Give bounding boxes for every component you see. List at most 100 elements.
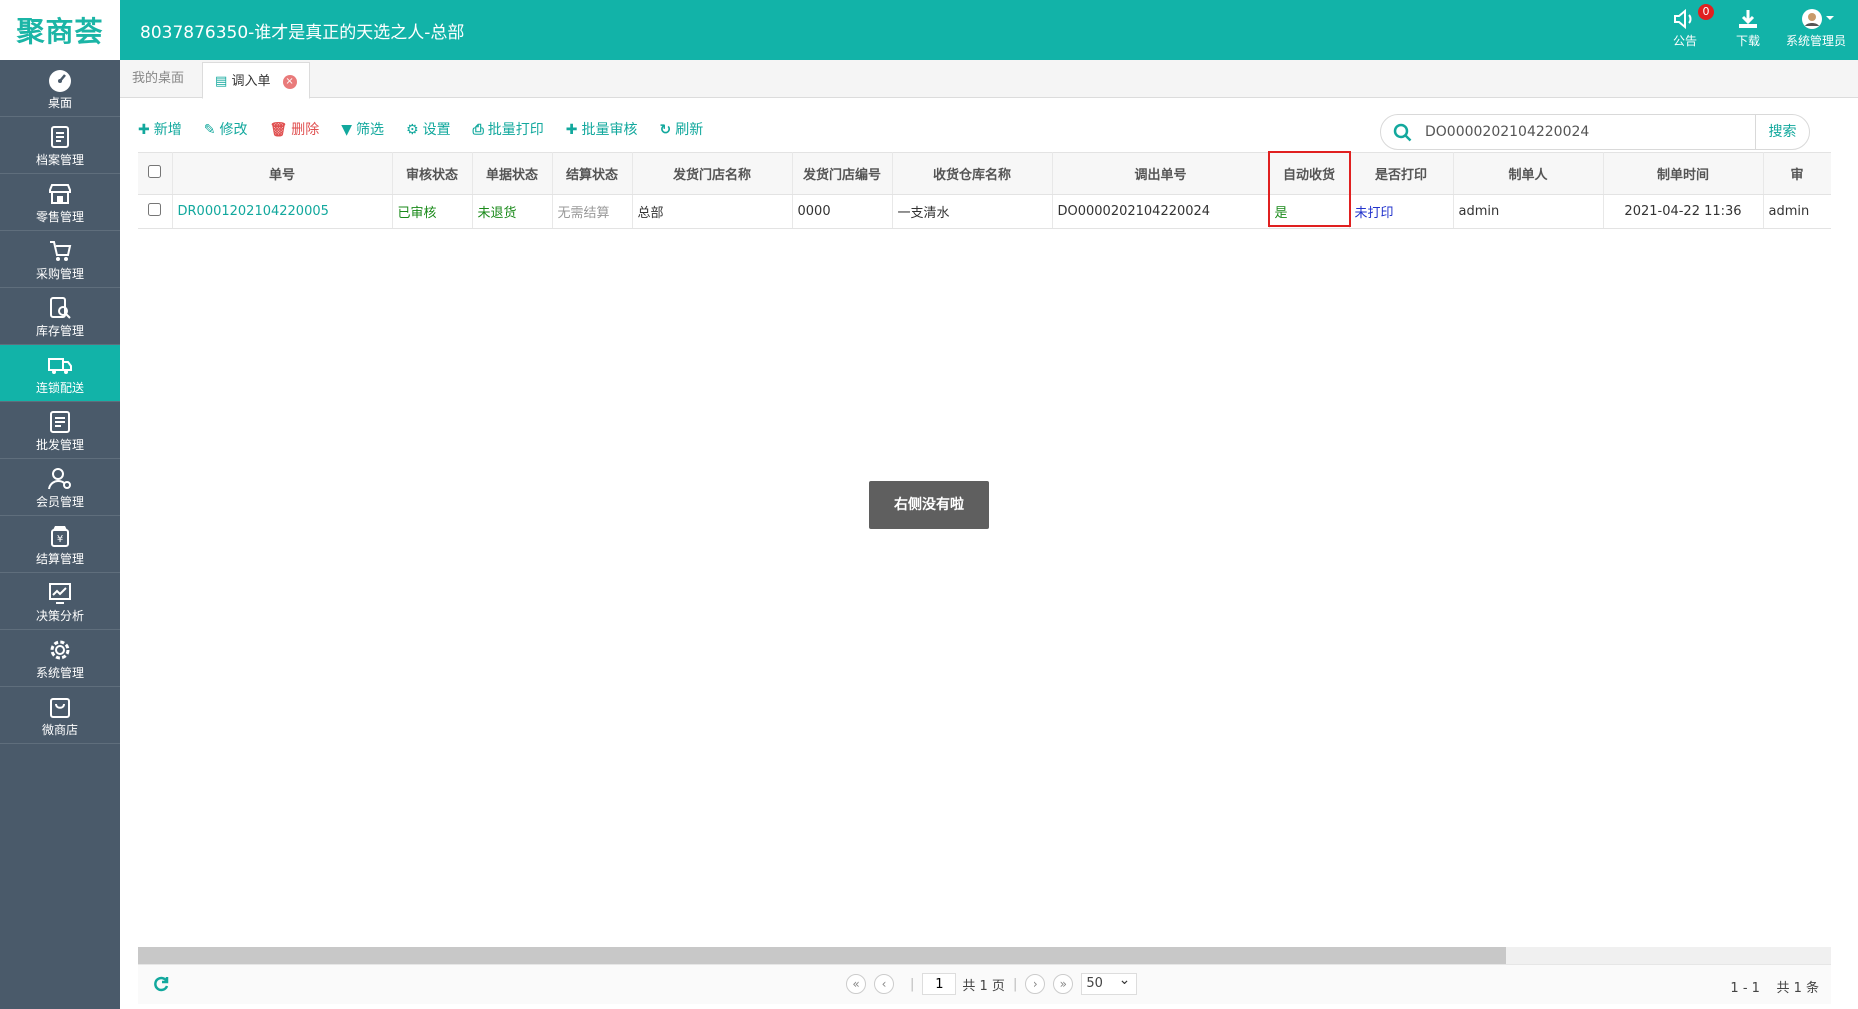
- prev-page-button[interactable]: ‹: [874, 974, 894, 994]
- scrollbar-thumb[interactable]: [138, 947, 1506, 964]
- download-button[interactable]: 下载: [1736, 8, 1760, 49]
- pagination-bar: « ‹ | 共 1 页 | › » 50 1 - 1 共 1 条: [138, 964, 1831, 1004]
- ship-store-name-cell: 总部: [632, 194, 793, 229]
- user-label: 系统管理员: [1786, 34, 1847, 48]
- search-icon: [1393, 123, 1412, 142]
- printed-cell: 未打印: [1349, 194, 1454, 229]
- archive-icon: [51, 126, 69, 148]
- dashboard-icon: [49, 70, 71, 92]
- col-out-order-no[interactable]: 调出单号: [1052, 152, 1270, 195]
- col-printed[interactable]: 是否打印: [1349, 152, 1454, 195]
- col-ship-store-name[interactable]: 发货门店名称: [632, 152, 793, 195]
- col-doc-status[interactable]: 单据状态: [472, 152, 553, 195]
- sidebar-item-system[interactable]: 系统管理: [0, 630, 120, 687]
- sidebar-item-member[interactable]: 会员管理: [0, 459, 120, 516]
- notice-label: 公告: [1672, 34, 1697, 48]
- member-icon: [48, 468, 71, 490]
- search-button[interactable]: 搜索: [1755, 114, 1809, 150]
- col-creator[interactable]: 制单人: [1453, 152, 1604, 195]
- sidebar-item-desktop[interactable]: 桌面: [0, 60, 120, 117]
- edit-icon: ✎: [203, 122, 216, 138]
- app-logo[interactable]: 聚商荟: [0, 0, 120, 60]
- download-icon: [1739, 10, 1757, 28]
- add-button[interactable]: ✚ 新增: [138, 119, 182, 139]
- tab-label: 调入单: [231, 74, 271, 89]
- delete-button[interactable]: 🗑 删除: [269, 119, 319, 139]
- table-row[interactable]: DR0001202104220005 已审核 未退货 无需结算 总部 0000 …: [138, 194, 1832, 229]
- settle-status-cell: 无需结算: [552, 194, 633, 229]
- printer-icon: ⎙: [472, 122, 484, 138]
- sidebar-item-archive[interactable]: 档案管理: [0, 117, 120, 174]
- refresh-button[interactable]: ↻ 刷新: [660, 119, 704, 139]
- close-icon[interactable]: ×: [282, 74, 297, 89]
- sidebar-item-wholesale[interactable]: 批发管理: [0, 402, 120, 459]
- total-pages-label: 共 1 页: [962, 978, 1005, 994]
- audit-status-cell: 已审核: [392, 194, 473, 229]
- wholesale-icon: [50, 411, 70, 433]
- refresh-icon[interactable]: [152, 975, 170, 993]
- order-no-link[interactable]: DR0001202104220005: [172, 194, 393, 229]
- sidebar-item-settlement[interactable]: ¥ 结算管理: [0, 516, 120, 573]
- sidebar-item-inventory[interactable]: 库存管理: [0, 288, 120, 345]
- tab-bar: 我的桌面 ▤ 调入单 ×: [120, 60, 1858, 99]
- batch-print-button[interactable]: ⎙ 批量打印: [473, 119, 544, 139]
- col-order-no[interactable]: 单号: [172, 152, 393, 195]
- sidebar: 桌面 档案管理 零售管理 采购管理 库存管理 连锁配送 批发管理 会员管理 ¥ …: [0, 60, 120, 1009]
- col-auto-receive[interactable]: 自动收货: [1269, 152, 1350, 195]
- top-header: 聚商荟 8037876350-谁才是真正的天选之人-总部 0 公告 下载 系统管…: [0, 0, 1858, 60]
- creator-cell: admin: [1453, 194, 1604, 229]
- notice-count-badge: 0: [1698, 4, 1714, 20]
- page-number-input[interactable]: [922, 973, 957, 995]
- toolbar: ✚ 新增 ✎ 修改 🗑 删除 ▼ 筛选 ⚙ 设置 ⎙ 批量打印 ✚ 批量审核 ↻ 刷新: [138, 110, 725, 148]
- speaker-icon: [1674, 8, 1692, 30]
- last-page-button[interactable]: »: [1053, 974, 1074, 994]
- sidebar-item-purchase[interactable]: 采购管理: [0, 231, 120, 288]
- col-ship-store-no[interactable]: 发货门店编号: [792, 152, 893, 195]
- tab-my-desktop[interactable]: 我的桌面: [120, 60, 196, 98]
- horizontal-scrollbar[interactable]: [138, 947, 1831, 964]
- col-audit-status[interactable]: 审核状态: [392, 152, 473, 195]
- sidebar-item-analysis[interactable]: 决策分析: [0, 573, 120, 630]
- sidebar-item-retail[interactable]: 零售管理: [0, 174, 120, 231]
- page-size-select[interactable]: 50: [1081, 970, 1138, 995]
- logo-text: 聚商荟: [16, 15, 104, 48]
- user-menu[interactable]: 系统管理员: [1786, 8, 1846, 49]
- auditor-cell: admin: [1763, 194, 1832, 229]
- chart-icon: [49, 583, 71, 604]
- recv-warehouse-name-cell: 一支清水: [892, 194, 1053, 229]
- inventory-icon: [50, 297, 71, 319]
- sidebar-item-micro-shop[interactable]: 微商店: [0, 687, 120, 744]
- row-checkbox[interactable]: [148, 203, 162, 216]
- batch-audit-button[interactable]: ✚ 批量审核: [566, 119, 638, 139]
- edit-button[interactable]: ✎ 修改: [204, 119, 248, 139]
- auto-receive-cell: 是: [1269, 194, 1350, 229]
- col-recv-warehouse-name[interactable]: 收货仓库名称: [892, 152, 1053, 195]
- sidebar-item-chain-delivery[interactable]: 连锁配送: [0, 345, 120, 402]
- transfer-in-table: 单号 审核状态 单据状态 结算状态 发货门店名称 发货门店编号 收货仓库名称 调…: [138, 152, 1832, 229]
- plus-icon: ✚: [565, 122, 578, 138]
- refresh-icon: ↻: [659, 122, 672, 138]
- record-range: 1 - 1: [1730, 981, 1760, 996]
- filter-button[interactable]: ▼ 筛选: [341, 119, 384, 139]
- record-count: 1 - 1 共 1 条: [1730, 977, 1819, 996]
- notice-button[interactable]: 0 公告: [1672, 4, 1714, 49]
- grid-right-edge: [1831, 152, 1858, 232]
- plus-icon: ✚: [138, 122, 150, 138]
- tab-transfer-in-order[interactable]: ▤ 调入单 ×: [202, 62, 310, 99]
- col-created-at[interactable]: 制单时间: [1603, 152, 1764, 195]
- search-input[interactable]: [1425, 121, 1725, 143]
- gear-icon: [50, 640, 70, 660]
- store-icon: [49, 184, 71, 204]
- select-all-checkbox[interactable]: [148, 165, 162, 178]
- toast-message: 右侧没有啦: [869, 481, 989, 529]
- col-settle-status[interactable]: 结算状态: [552, 152, 633, 195]
- next-page-button[interactable]: ›: [1025, 974, 1046, 994]
- first-page-button[interactable]: «: [846, 974, 866, 994]
- settings-button[interactable]: ⚙ 设置: [406, 119, 451, 139]
- created-at-cell: 2021-04-22 11:36: [1603, 194, 1764, 229]
- svg-text:¥: ¥: [57, 534, 63, 545]
- col-auditor[interactable]: 审: [1763, 152, 1832, 195]
- pager-controls: « ‹ | 共 1 页 | › » 50: [846, 970, 1138, 995]
- shop-bag-icon: [50, 698, 70, 718]
- select-all-cell: [138, 152, 173, 195]
